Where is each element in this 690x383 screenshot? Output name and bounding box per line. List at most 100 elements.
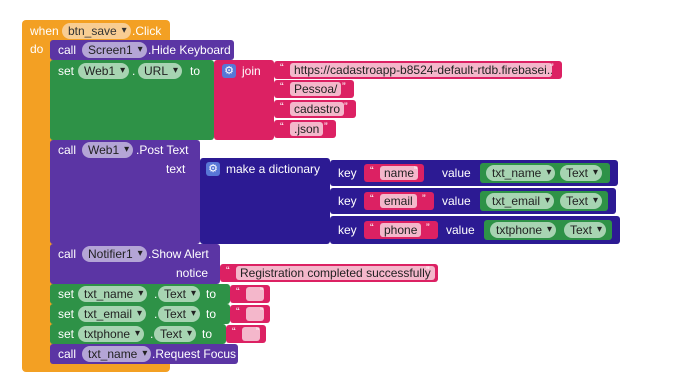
open-quote: “ xyxy=(280,62,284,74)
pair-block[interactable]: key “ name ” value txt_name Text xyxy=(330,160,618,186)
url-part-value[interactable]: .json xyxy=(290,122,324,136)
property-dropdown-text[interactable]: Text xyxy=(564,222,607,238)
to-label: to xyxy=(190,64,201,78)
close-quote: ” xyxy=(414,165,418,177)
dot-label: . xyxy=(150,327,154,341)
property-dropdown-text[interactable]: Text xyxy=(154,326,197,342)
url-part-value[interactable]: cadastro xyxy=(290,102,345,116)
to-label: to xyxy=(206,307,217,321)
value-label: value xyxy=(442,166,471,180)
url-part-value[interactable]: Pessoa/ xyxy=(290,82,342,96)
pair-block[interactable]: key “ phone ” value txtphone Text xyxy=(330,216,620,244)
url-part-string[interactable]: “ cadastro ” xyxy=(274,100,356,118)
component-text-getter[interactable]: txtphone Text xyxy=(484,220,612,240)
set-label: set xyxy=(58,64,75,78)
key-string[interactable]: “ email ” xyxy=(364,192,434,210)
set-label: set xyxy=(58,327,75,341)
empty-string[interactable]: “ ” xyxy=(226,325,266,343)
component-dropdown-txtphone[interactable]: txtphone xyxy=(490,222,557,238)
call-label: call xyxy=(58,247,77,261)
open-quote: “ xyxy=(236,286,240,298)
component-dropdown-notifier1[interactable]: Notifier1 xyxy=(82,246,147,262)
key-value[interactable]: email xyxy=(380,194,417,208)
hide-keyboard-block[interactable]: call Screen1 .Hide Keyboard xyxy=(50,40,234,60)
call-label: call xyxy=(58,143,77,157)
close-quote: ” xyxy=(426,265,430,277)
empty-string[interactable]: “ ” xyxy=(230,285,270,303)
open-quote: “ xyxy=(370,193,374,205)
close-quote: ” xyxy=(256,326,260,338)
key-string[interactable]: “ name ” xyxy=(364,164,424,182)
make-dictionary-block[interactable]: ⚙ make a dictionary xyxy=(200,158,330,244)
property-dropdown-text[interactable]: Text xyxy=(560,193,603,209)
alert-message-value[interactable]: Registration completed successfully xyxy=(236,266,435,280)
pair-block[interactable]: key “ email ” value txt_email Text xyxy=(330,188,616,214)
property-dropdown-text[interactable]: Text xyxy=(158,286,201,302)
property-dropdown-url[interactable]: URL xyxy=(138,63,183,79)
url-part-string[interactable]: “ Pessoa/ ” xyxy=(274,80,354,98)
gear-icon[interactable]: ⚙ xyxy=(206,162,220,176)
gear-icon[interactable]: ⚙ xyxy=(222,64,236,78)
close-quote: ” xyxy=(344,101,348,113)
component-dropdown-txt-name[interactable]: txt_name xyxy=(82,346,152,362)
close-quote: ” xyxy=(550,62,554,74)
set-txt-name-text-block[interactable]: set txt_name . Text to xyxy=(50,284,230,304)
close-quote: ” xyxy=(324,121,328,133)
component-dropdown-txt-name[interactable]: txt_name xyxy=(486,165,556,181)
method-label: .Post Text xyxy=(136,143,189,157)
component-dropdown-txt-email[interactable]: txt_email xyxy=(78,306,147,322)
dot-label: . xyxy=(154,307,158,321)
call-label: call xyxy=(58,347,77,361)
open-quote: “ xyxy=(232,326,236,338)
close-quote: ” xyxy=(426,222,430,234)
to-label: to xyxy=(206,287,217,301)
show-alert-block[interactable]: call Notifier1 .Show Alert notice xyxy=(50,244,220,284)
open-quote: “ xyxy=(370,222,374,234)
component-dropdown-web1[interactable]: Web1 xyxy=(82,142,134,158)
url-part-string[interactable]: “ https://cadastroapp-b8524-default-rtdb… xyxy=(274,61,562,79)
close-quote: ” xyxy=(342,81,346,93)
component-text-getter[interactable]: txt_email Text xyxy=(480,191,608,211)
component-dropdown-txt-name[interactable]: txt_name xyxy=(78,286,148,302)
component-dropdown-btn-save[interactable]: btn_save xyxy=(62,23,131,39)
value-label: value xyxy=(446,223,475,237)
close-quote: ” xyxy=(422,193,426,205)
open-quote: “ xyxy=(280,81,284,93)
empty-string[interactable]: “ ” xyxy=(230,305,270,323)
open-quote: “ xyxy=(236,306,240,318)
component-dropdown-txt-email[interactable]: txt_email xyxy=(486,193,555,209)
component-dropdown-txtphone[interactable]: txtphone xyxy=(78,326,145,342)
request-focus-block[interactable]: call txt_name .Request Focus xyxy=(50,344,238,364)
key-value[interactable]: phone xyxy=(380,223,422,237)
set-web1-url-block[interactable]: set Web1 . URL to xyxy=(50,60,214,140)
dot-label: . xyxy=(132,64,136,78)
url-part-string[interactable]: “ .json ” xyxy=(274,120,336,138)
when-label: when xyxy=(30,24,59,38)
set-label: set xyxy=(58,307,75,321)
text-arg-label: text xyxy=(166,162,186,176)
key-string[interactable]: “ phone ” xyxy=(364,221,438,239)
set-txt-email-text-block[interactable]: set txt_email . Text to xyxy=(50,304,230,324)
key-label: key xyxy=(338,166,357,180)
open-quote: “ xyxy=(370,165,374,177)
url-part-value[interactable]: https://cadastroapp-b8524-default-rtdb.f… xyxy=(290,63,552,77)
do-label: do xyxy=(30,42,44,56)
method-label: .Request Focus xyxy=(152,347,237,361)
key-label: key xyxy=(338,223,357,237)
property-dropdown-text[interactable]: Text xyxy=(560,165,603,181)
property-dropdown-text[interactable]: Text xyxy=(158,306,201,322)
open-quote: “ xyxy=(226,265,230,277)
method-label: .Hide Keyboard xyxy=(148,43,231,57)
component-text-getter[interactable]: txt_name Text xyxy=(480,163,610,183)
post-text-block[interactable]: call Web1 .Post Text text xyxy=(50,140,200,244)
alert-message-string[interactable]: “ Registration completed successfully ” xyxy=(220,264,438,282)
set-txtphone-text-block[interactable]: set txtphone . Text to xyxy=(50,324,226,344)
dot-label: . xyxy=(154,287,158,301)
component-dropdown-web1[interactable]: Web1 xyxy=(78,63,130,79)
key-value[interactable]: name xyxy=(380,166,419,180)
notice-arg-label: notice xyxy=(176,266,209,280)
value-label: value xyxy=(442,194,471,208)
component-dropdown-screen1[interactable]: Screen1 xyxy=(82,42,147,58)
join-block[interactable]: ⚙ join xyxy=(214,60,274,140)
close-quote: ” xyxy=(260,286,264,298)
